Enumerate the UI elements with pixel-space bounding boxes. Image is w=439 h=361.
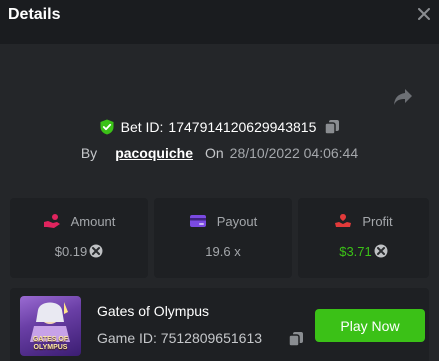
thumb-text-line2: OLYMPUS [33,344,68,351]
payout-value: 19.6 x [205,243,241,259]
copy-icon [288,332,303,347]
wallet-card-icon [189,213,207,229]
game-id: Game ID: 7512809651613 [97,330,263,346]
currency-coin-icon [374,244,388,258]
share-icon [394,89,412,105]
shield-check-icon [99,119,115,135]
by-label: By [80,145,98,161]
profit-value: $3.71 [339,243,372,259]
copy-game-id-button[interactable] [288,331,304,347]
bet-author-row: By pacoquiche On 28/10/2022 04:06:44 [0,142,439,164]
money-hand-icon [334,213,352,229]
copy-bet-id-button[interactable] [324,119,340,135]
share-button[interactable] [392,86,414,108]
amount-value: $0.19 [54,243,88,259]
bet-date: 28/10/2022 04:06:44 [229,145,359,161]
profit-card: Profit $3.71 [298,198,429,278]
game-card: GATES OF OLYMPUS Gates of Olympus Game I… [10,288,429,361]
thumb-text-line1: GATES OF [32,336,69,343]
currency-coin-icon [89,244,103,258]
close-button[interactable] [414,4,434,24]
amount-card: Amount $0.19 [10,198,148,278]
close-icon [418,8,430,20]
game-thumbnail[interactable]: GATES OF OLYMPUS [20,296,81,356]
game-title: Gates of Olympus [97,303,210,319]
modal-title: Details [8,6,61,23]
username-link[interactable]: pacoquiche [115,145,193,161]
on-label: On [204,145,224,161]
modal-header: Details [0,0,439,44]
payout-label: Payout [216,213,258,229]
play-now-button[interactable]: Play Now [315,309,425,342]
payout-card: Payout 19.6 x [154,198,292,278]
profit-label: Profit [362,213,393,229]
copy-icon [324,120,340,135]
hand-coin-icon [43,213,61,229]
bet-id-value: 1747914120629943815 [168,119,317,135]
bet-id-label: Bet ID: [120,119,164,135]
amount-label: Amount [70,213,116,229]
bet-id-row: Bet ID: 1747914120629943815 [0,116,439,138]
